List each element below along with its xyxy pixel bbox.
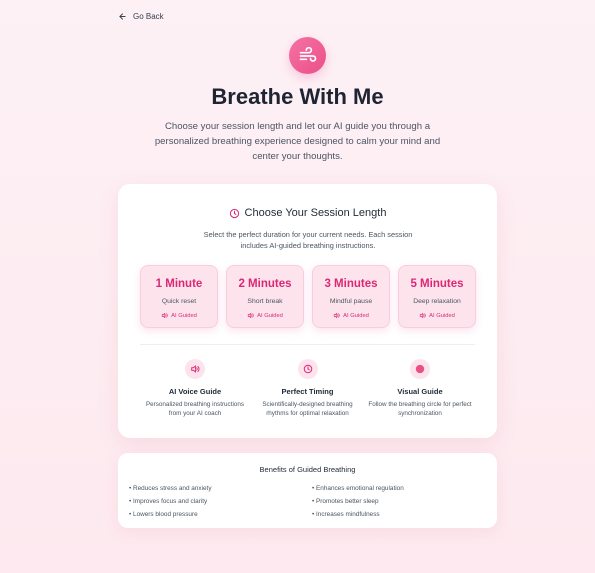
arrow-left-icon [119, 13, 126, 20]
session-label: Deep relaxation [413, 298, 461, 305]
timer-icon [297, 359, 318, 379]
ai-guided-badge: AI Guided [227, 312, 303, 319]
benefit-item: • Reduces stress and anxiety [129, 485, 212, 492]
divider [140, 344, 475, 345]
session-length: 3 Minutes [324, 278, 378, 290]
session-option-5-minutes[interactable]: 5 Minutes Deep relaxation AI Guided [398, 265, 476, 328]
session-options: 1 Minute Quick reset AI Guided 2 Minutes… [140, 265, 476, 328]
session-option-3-minutes[interactable]: 3 Minutes Mindful pause AI Guided [312, 265, 390, 328]
session-length: 2 Minutes [238, 278, 292, 290]
voice-icon [419, 312, 426, 319]
benefit-item: • Improves focus and clarity [129, 497, 208, 505]
benefits-title: Benefits of Guided Breathing [259, 465, 356, 474]
feature-description: Follow the breathing circle for perfect … [368, 401, 472, 417]
feature-visual-guide: Visual Guide Follow the breathing circle… [365, 359, 475, 418]
voice-icon [185, 359, 205, 379]
feature-name: AI Voice Guide [168, 387, 222, 396]
ai-guided-badge: AI Guided [313, 312, 389, 319]
benefit-item: • Increases mindfulness [312, 510, 380, 518]
page-title: Breathe With Me [211, 84, 384, 109]
session-label: Quick reset [161, 298, 197, 305]
feature-list: AI Voice Guide Personalized breathing in… [140, 359, 475, 418]
go-back-label: Go Back [133, 12, 164, 21]
ai-guided-badge: AI Guided [141, 312, 217, 319]
voice-icon [161, 312, 168, 319]
session-option-1-minute[interactable]: 1 Minute Quick reset AI Guided [140, 265, 218, 328]
circle-icon [410, 359, 430, 379]
benefits-list-right: • Enhances emotional regulation • Promot… [312, 483, 404, 521]
feature-description: Personalized breathing instructions from… [145, 401, 244, 417]
feature-description: Scientifically-designed breathing rhythm… [262, 401, 353, 417]
voice-icon [247, 312, 254, 319]
go-back-button[interactable]: Go Back [118, 12, 164, 21]
session-label: Short break [247, 298, 283, 305]
benefit-item: • Lowers blood pressure [129, 510, 198, 518]
page-subtitle: Choose your session length and let our A… [154, 121, 441, 162]
feature-name: Visual Guide [397, 387, 443, 396]
wind-icon [289, 37, 326, 74]
session-length: 5 Minutes [410, 278, 464, 290]
session-card-description: Select the perfect duration for your cur… [203, 230, 413, 250]
feature-perfect-timing: Perfect Timing Scientifically-designed b… [253, 359, 363, 418]
benefit-item: • Promotes better sleep [312, 497, 379, 505]
session-option-2-minutes[interactable]: 2 Minutes Short break AI Guided [226, 265, 304, 328]
ai-guided-badge: AI Guided [399, 312, 475, 319]
session-length: 1 Minute [155, 278, 203, 290]
feature-ai-voice-guide: AI Voice Guide Personalized breathing in… [140, 359, 250, 418]
voice-icon [333, 312, 340, 319]
session-length-card: Choose Your Session Length Select the pe… [118, 184, 497, 438]
benefits-card: Benefits of Guided Breathing • Reduces s… [118, 453, 497, 528]
feature-name: Perfect Timing [281, 387, 334, 396]
session-card-header: Choose Your Session Length [118, 207, 497, 219]
benefit-item: • Enhances emotional regulation [312, 485, 404, 492]
benefits-list-left: • Reduces stress and anxiety • Improves … [129, 483, 212, 521]
session-label: Mindful pause [329, 298, 373, 305]
session-card-title: Choose Your Session Length [244, 207, 387, 219]
clock-icon [229, 208, 239, 218]
